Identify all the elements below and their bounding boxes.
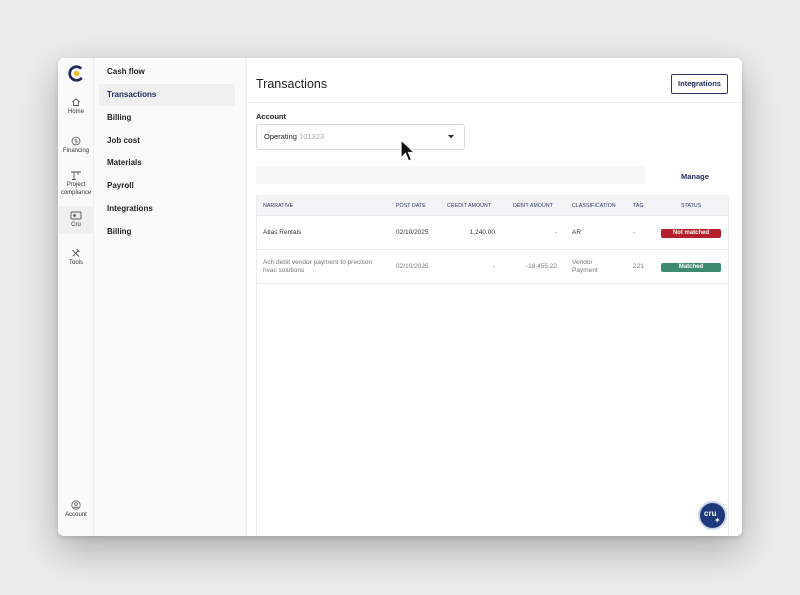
column-header-classification[interactable]: CLASSIFICATION (572, 203, 616, 209)
rail-item-label: Tools (68, 260, 83, 266)
rail-item-label: Cru (71, 222, 81, 228)
subnav-item-billing-2[interactable]: Billing (99, 221, 235, 243)
sub-navigation: Cash flow Transactions Billing Job cost … (95, 58, 241, 536)
cell-narrative: Ach debit vendor payment to precison (263, 259, 373, 266)
cell-debit-amount: - (554, 229, 557, 236)
caret-down-icon (448, 135, 454, 139)
rail-item-account[interactable]: Account (58, 500, 94, 519)
subnav-item-billing[interactable]: Billing (99, 107, 235, 129)
subnav-item-integrations[interactable]: Integrations (99, 198, 235, 220)
filter-bar[interactable] (256, 166, 646, 184)
cell-post-date: 02/10/2025 (396, 229, 429, 236)
rail-item-label: Project compliance (60, 182, 92, 196)
divider (247, 102, 742, 103)
app-window: Home $ Financing Project compliance Cru (58, 58, 742, 536)
user-icon (71, 500, 81, 510)
page-title: Transactions (256, 77, 328, 91)
icon-rail: Home $ Financing Project compliance Cru (58, 58, 94, 536)
cell-credit-amount: 1,240.00 (469, 229, 495, 236)
transactions-table: NARRATIVE POST DATE CREDIT AMOUNT DEBIT … (256, 195, 729, 536)
cell-post-date: 02/10/2025 (396, 263, 429, 270)
table-header: NARRATIVE POST DATE CREDIT AMOUNT DEBIT … (257, 196, 728, 216)
svg-text:$: $ (74, 138, 78, 145)
manage-link[interactable]: Manage (681, 172, 709, 181)
account-name: Operating (264, 132, 297, 141)
status-badge: Matched (661, 263, 721, 272)
cru-card-icon (70, 211, 82, 220)
mouse-cursor-icon (400, 139, 416, 162)
table-row[interactable]: Atlas Rentals 02/10/2025 1,240.00 - AR -… (257, 216, 728, 250)
tools-icon (72, 249, 80, 257)
column-header-debit-amount[interactable]: DEBIT AMOUNT (513, 203, 553, 209)
rail-item-project-compliance[interactable]: Project compliance (58, 170, 94, 197)
rail-item-home[interactable]: Home (58, 97, 94, 116)
subnav-item-transactions[interactable]: Transactions (99, 84, 235, 106)
column-header-credit-amount[interactable]: CREDIT AMOUNT (447, 203, 491, 209)
status-badge: Not matched (661, 229, 721, 238)
column-header-tag[interactable]: TAG (633, 203, 644, 209)
column-header-post-date[interactable]: POST DATE (396, 203, 426, 209)
cru-assistant-button[interactable]: cru ✦ (698, 501, 727, 530)
rail-item-label: Account (65, 512, 87, 518)
cell-narrative: Atlas Rentals (263, 229, 302, 236)
rail-item-tools[interactable]: Tools (58, 248, 94, 267)
account-number: 101323 (299, 132, 325, 141)
subnav-item-cash-flow[interactable]: Cash flow (99, 61, 235, 83)
crane-icon (71, 171, 81, 180)
main-content: Transactions Integrations Account Operat… (246, 58, 742, 536)
cell-narrative-line2: hvac solutions (263, 267, 305, 274)
sparkle-icon: ✦ (714, 516, 721, 525)
cell-classification: AR (572, 229, 582, 236)
integrations-button[interactable]: Integrations (671, 74, 728, 94)
subnav-item-job-cost[interactable]: Job cost (99, 130, 235, 152)
home-icon (72, 98, 80, 106)
brand-logo-icon[interactable] (68, 65, 85, 82)
cell-credit-amount: - (492, 263, 495, 270)
column-header-narrative[interactable]: NARRATIVE (263, 203, 293, 209)
dollar-icon: $ (71, 136, 81, 146)
rail-item-label: Home (67, 109, 84, 115)
rail-item-cru[interactable]: Cru (58, 206, 94, 234)
column-header-status[interactable]: STATUS (681, 203, 701, 209)
cell-classification-line2: Payment (572, 267, 598, 274)
subnav-item-materials[interactable]: Materials (99, 152, 235, 174)
cell-tag: - (633, 229, 636, 236)
rail-item-financing[interactable]: $ Financing (58, 136, 94, 155)
subnav-item-payroll[interactable]: Payroll (99, 175, 235, 197)
rail-item-label: Financing (62, 148, 89, 154)
account-label: Account (256, 112, 286, 121)
cell-classification: Vendor (572, 259, 593, 266)
account-select[interactable]: Operating 101323 (256, 124, 465, 150)
table-row[interactable]: Ach debit vendor payment to precison hva… (257, 250, 728, 284)
cell-debit-amount: -18,455.22 (525, 263, 557, 270)
cell-tag: 221 (633, 263, 644, 270)
